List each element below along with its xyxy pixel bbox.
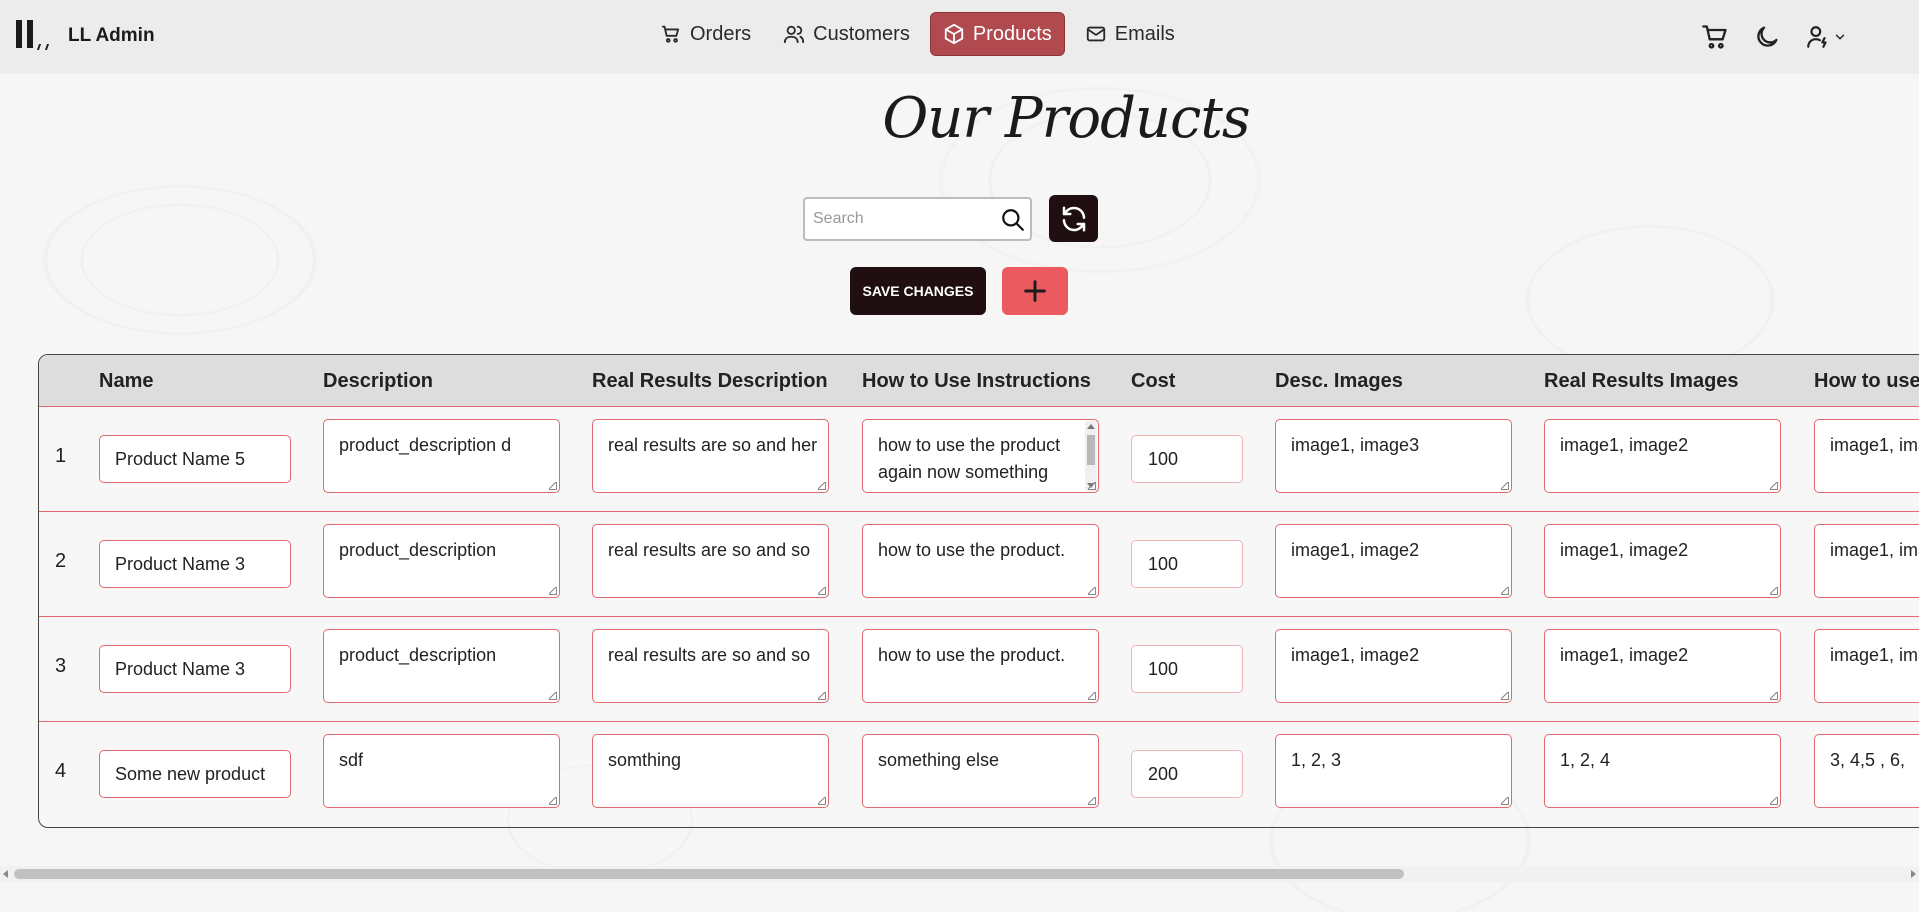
column-header-name[interactable]: Name (99, 370, 153, 393)
mail-icon (1086, 26, 1105, 42)
description-field[interactable]: product_description (323, 629, 560, 703)
how-to-use-field[interactable]: how to use the product. (862, 629, 1099, 703)
row-number: 1 (55, 445, 67, 467)
column-header-how-to-use[interactable]: How to Use Instructions (862, 370, 1091, 393)
refresh-button[interactable] (1049, 195, 1098, 242)
name-field[interactable]: Product Name 3 (99, 540, 291, 588)
real-results-images-field[interactable]: image1, image2 (1544, 524, 1781, 598)
users-icon (784, 25, 805, 44)
table-row: 3 Product Name 3 product_description rea… (39, 617, 1919, 722)
nav-products-label: Products (972, 22, 1052, 45)
main-nav: Orders Customers Products Emails (648, 12, 1187, 56)
description-field[interactable]: sdf (323, 734, 560, 808)
scroll-left-arrow[interactable] (3, 870, 8, 878)
how-to-use-field[interactable]: how to use the product again now somethi… (862, 419, 1099, 493)
how-to-use-images-field[interactable]: image1, ima (1814, 419, 1919, 493)
cost-field[interactable]: 100 (1131, 540, 1243, 588)
real-results-field[interactable]: real results are so and her (592, 419, 829, 493)
shopping-cart-button[interactable] (1698, 20, 1732, 54)
nav-emails[interactable]: Emails (1073, 12, 1187, 56)
search-icon[interactable] (1000, 207, 1026, 233)
table-header: Name Description Real Results Descriptio… (39, 355, 1919, 407)
how-to-use-images-field[interactable]: image1, ima (1814, 629, 1919, 703)
textarea-scrollbar[interactable] (1085, 421, 1097, 491)
nav-orders[interactable]: Orders (648, 12, 763, 56)
nav-products[interactable]: Products (929, 12, 1065, 56)
real-results-images-field[interactable]: image1, image2 (1544, 419, 1781, 493)
column-header-real-results-images[interactable]: Real Results Images (1544, 370, 1739, 393)
description-field[interactable]: product_description (323, 524, 560, 598)
search-input[interactable] (805, 199, 995, 239)
theme-toggle-button[interactable] (1750, 20, 1784, 54)
real-results-images-field[interactable]: 1, 2, 4 (1544, 734, 1781, 808)
nav-orders-label: Orders (690, 22, 752, 45)
name-field[interactable]: Product Name 5 (99, 435, 291, 483)
real-results-field[interactable]: real results are so and so (592, 524, 829, 598)
chevron-down-icon (1835, 34, 1845, 40)
scrollbar-thumb[interactable] (14, 869, 1404, 879)
name-field[interactable]: Product Name 3 (99, 645, 291, 693)
nav-emails-label: Emails (1114, 22, 1175, 45)
app-title: LL Admin (68, 25, 155, 46)
add-product-button[interactable] (1002, 267, 1068, 315)
table-row: 2 Product Name 3 product_description rea… (39, 512, 1919, 617)
products-table-viewport[interactable]: Name Description Real Results Descriptio… (38, 354, 1919, 828)
how-to-use-field[interactable]: something else (862, 734, 1099, 808)
user-menu-icon (1807, 26, 1827, 48)
how-to-use-images-field[interactable]: 3, 4,5 , 6, (1814, 734, 1919, 808)
cost-field[interactable]: 200 (1131, 750, 1243, 798)
cost-field[interactable]: 100 (1131, 645, 1243, 693)
name-field[interactable]: Some new product (99, 750, 291, 798)
shopping-cart-icon (1702, 25, 1727, 49)
how-to-use-images-field[interactable]: image1, ima (1814, 524, 1919, 598)
search-box (803, 197, 1032, 241)
how-to-use-field[interactable]: how to use the product. (862, 524, 1099, 598)
row-number: 4 (55, 760, 67, 782)
column-header-description[interactable]: Description (323, 370, 433, 393)
desc-images-field[interactable]: image1, image2 (1275, 524, 1512, 598)
row-number: 2 (55, 550, 67, 572)
how-to-use-text: how to use the product again now somethi… (878, 435, 1061, 482)
moon-icon (1757, 26, 1778, 47)
desc-images-field[interactable]: image1, image3 (1275, 419, 1512, 493)
table-row: 4 Some new product sdf somthing somethin… (39, 722, 1919, 827)
nav-customers-label: Customers (813, 22, 910, 45)
horizontal-scrollbar[interactable] (0, 866, 1919, 882)
user-menu-button[interactable] (1800, 20, 1852, 54)
page-title: Our Products (882, 86, 1250, 151)
products-table: Name Description Real Results Descriptio… (38, 354, 1919, 828)
scroll-right-arrow[interactable] (1911, 870, 1916, 878)
real-results-field[interactable]: somthing (592, 734, 829, 808)
brand-logo (14, 20, 53, 52)
refresh-icon (1062, 206, 1085, 231)
nav-customers[interactable]: Customers (771, 12, 922, 56)
desc-images-field[interactable]: image1, image2 (1275, 629, 1512, 703)
brand[interactable]: LL Admin (14, 20, 155, 52)
column-header-cost[interactable]: Cost (1131, 370, 1175, 393)
plus-icon (1024, 280, 1046, 302)
real-results-images-field[interactable]: image1, image2 (1544, 629, 1781, 703)
description-field[interactable]: product_description d (323, 419, 560, 493)
column-header-desc-images[interactable]: Desc. Images (1275, 370, 1403, 393)
column-header-real-results-description[interactable]: Real Results Description (592, 370, 828, 393)
real-results-field[interactable]: real results are so and so (592, 629, 829, 703)
cost-field[interactable]: 100 (1131, 435, 1243, 483)
table-row: 1 Product Name 5 product_description d r… (39, 407, 1919, 512)
row-number: 3 (55, 655, 67, 677)
top-navbar: LL Admin Orders Customers Products Email… (0, 0, 1919, 74)
box-icon (944, 23, 963, 45)
desc-images-field[interactable]: 1, 2, 3 (1275, 734, 1512, 808)
cart-icon (661, 25, 680, 43)
column-header-how-to-use-images[interactable]: How to use I (1814, 370, 1919, 393)
save-changes-button[interactable]: SAVE CHANGES (850, 267, 986, 315)
